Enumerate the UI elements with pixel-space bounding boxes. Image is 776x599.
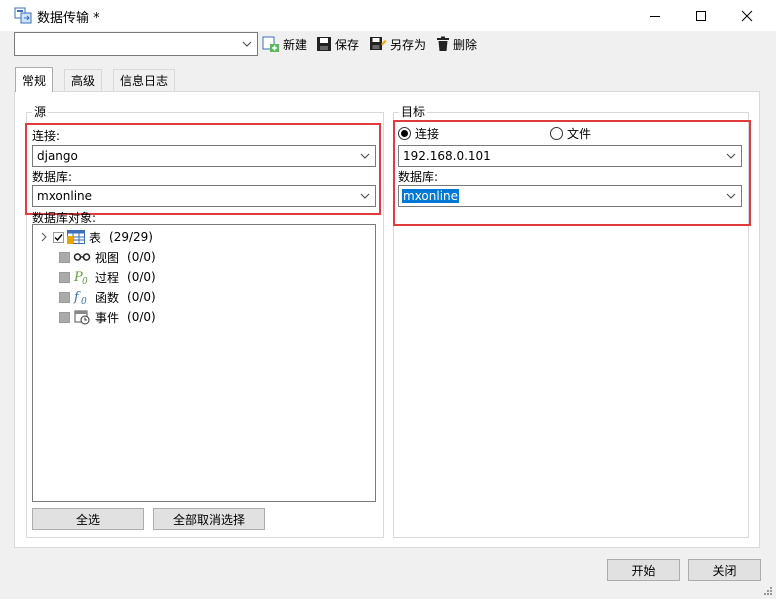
- close-icon: [741, 10, 753, 21]
- start-label: 开始: [631, 563, 656, 578]
- target-highlight-box: [393, 120, 751, 226]
- save-as-label: 另存为: [390, 37, 427, 52]
- tree-node-tables[interactable]: 表 (29/29): [39, 228, 153, 246]
- new-icon: [262, 36, 279, 52]
- chevron-down-icon: [242, 41, 252, 47]
- function-icon: f0: [73, 289, 91, 305]
- check-icon: [54, 233, 63, 241]
- tab-log[interactable]: 信息日志: [113, 69, 176, 91]
- tree-checkbox[interactable]: [59, 291, 70, 303]
- close-window-button[interactable]: [724, 0, 770, 31]
- tree-checkbox[interactable]: [59, 271, 70, 283]
- tree-node-label: 事件: [95, 310, 120, 325]
- save-button[interactable]: 保存: [316, 34, 359, 54]
- database-objects-label: 数据库对象:: [32, 211, 97, 225]
- window-title: 数据传输 *: [37, 11, 100, 26]
- maximize-icon: [696, 10, 706, 21]
- tree-node-events[interactable]: 事件 (0/0): [59, 308, 156, 326]
- close-label: 关闭: [712, 563, 737, 578]
- save-icon: [317, 37, 331, 51]
- minimize-button[interactable]: [632, 0, 678, 31]
- tree-node-count: (0/0): [127, 270, 156, 284]
- minimize-icon: [650, 15, 660, 17]
- tree-node-count: (29/29): [109, 230, 153, 244]
- trash-icon: [437, 36, 449, 51]
- tree-checkbox[interactable]: [59, 251, 70, 263]
- tab-general-label: 常规: [22, 73, 47, 88]
- tree-checkbox[interactable]: [59, 311, 70, 323]
- tree-node-procedures[interactable]: P0 过程 (0/0): [59, 268, 156, 286]
- select-all-button[interactable]: 全选: [32, 508, 144, 530]
- procedure-icon: P0: [73, 269, 91, 285]
- deselect-all-button[interactable]: 全部取消选择: [153, 508, 265, 530]
- tree-node-label: 表: [89, 230, 102, 245]
- tab-general[interactable]: 常规: [15, 67, 54, 92]
- tree-node-count: (0/0): [127, 250, 156, 264]
- close-button[interactable]: 关闭: [688, 559, 761, 581]
- resize-grip-icon[interactable]: [762, 585, 774, 597]
- table-icon: [67, 229, 85, 245]
- select-all-label: 全选: [75, 512, 100, 527]
- svg-text:f: f: [73, 290, 81, 305]
- deselect-all-label: 全部取消选择: [172, 512, 245, 527]
- save-as-button[interactable]: 另存为: [369, 34, 426, 54]
- tree-node-views[interactable]: 视图 (0/0): [59, 248, 156, 266]
- save-as-icon: [370, 37, 387, 50]
- database-objects-tree[interactable]: 表 (29/29) 视图 (0/0) P0 过程 (0/0) f0 函数 (0/…: [32, 224, 376, 502]
- chevron-right-icon[interactable]: [39, 232, 49, 242]
- tree-node-count: (0/0): [127, 310, 156, 324]
- app-icon: [14, 6, 32, 24]
- tree-node-functions[interactable]: f0 函数 (0/0): [59, 288, 156, 306]
- svg-text:0: 0: [81, 297, 87, 305]
- tree-node-count: (0/0): [127, 290, 156, 304]
- tree-node-label: 过程: [95, 270, 120, 285]
- new-label: 新建: [283, 37, 308, 52]
- target-title: 目标: [399, 105, 428, 119]
- delete-button[interactable]: 删除: [436, 34, 477, 54]
- tree-node-label: 函数: [95, 290, 120, 305]
- new-button[interactable]: 新建: [262, 34, 307, 54]
- save-label: 保存: [335, 37, 360, 52]
- maximize-button[interactable]: [678, 0, 724, 31]
- tab-advanced[interactable]: 高级: [64, 69, 103, 91]
- view-icon: [73, 249, 91, 265]
- source-highlight-box: [25, 123, 381, 215]
- profile-combo[interactable]: [14, 32, 258, 56]
- event-icon: [73, 309, 91, 325]
- delete-label: 删除: [453, 37, 478, 52]
- source-title: 源: [32, 105, 49, 119]
- svg-text:0: 0: [82, 277, 88, 285]
- start-button[interactable]: 开始: [607, 559, 680, 581]
- tab-advanced-label: 高级: [71, 74, 96, 88]
- tab-log-label: 信息日志: [120, 74, 169, 88]
- tree-checkbox[interactable]: [53, 231, 64, 243]
- tree-node-label: 视图: [95, 250, 120, 265]
